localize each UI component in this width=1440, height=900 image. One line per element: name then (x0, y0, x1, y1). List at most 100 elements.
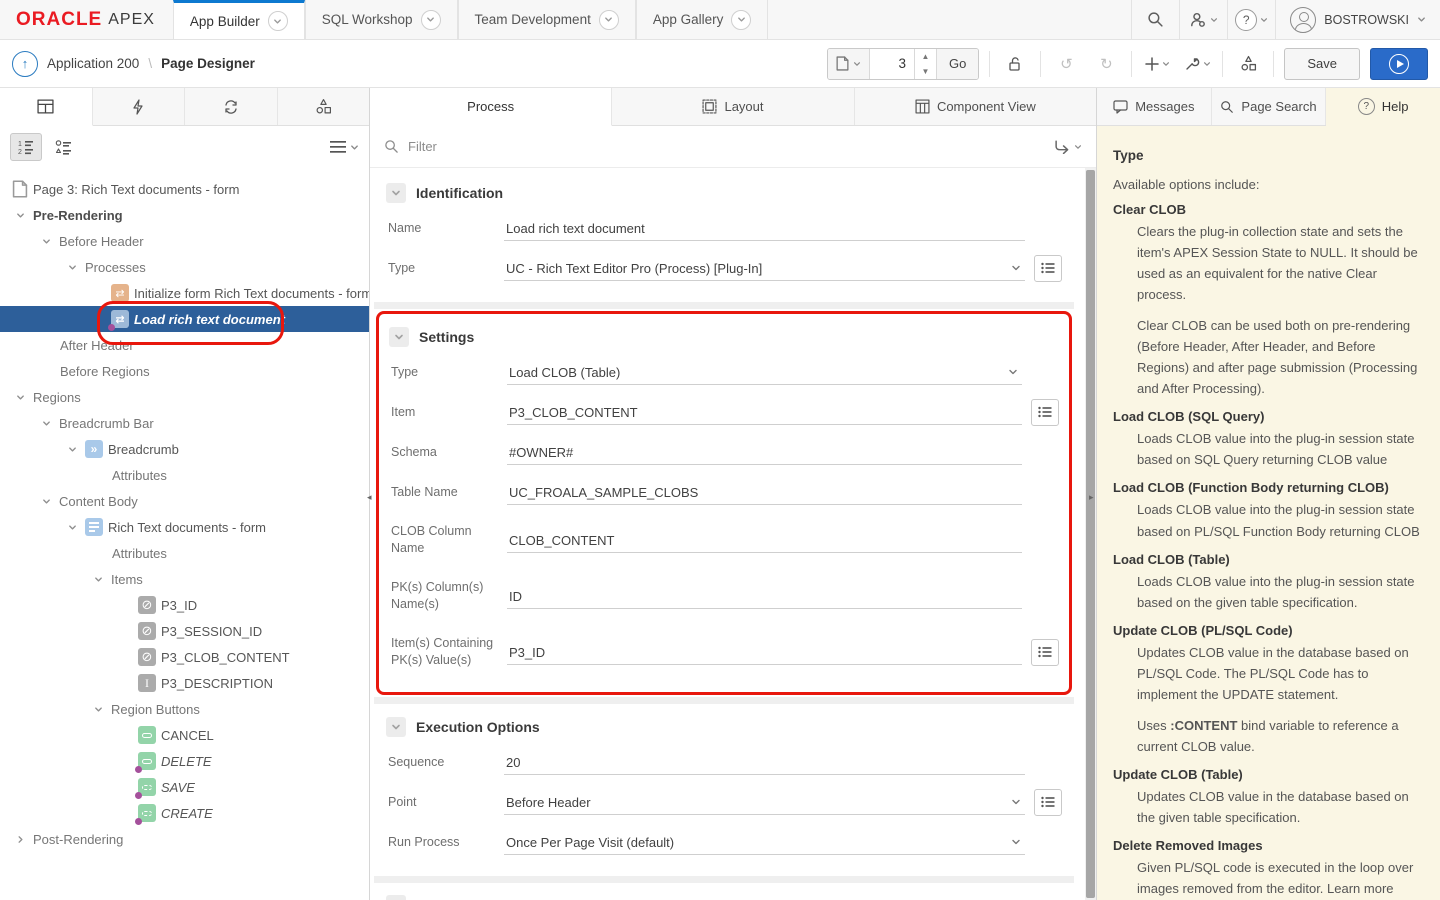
chevron-down-icon[interactable] (64, 445, 80, 454)
tab-rendering[interactable] (0, 88, 93, 126)
chevron-down-icon[interactable] (38, 419, 54, 428)
tree-node-pre-rendering[interactable]: Pre-Rendering (0, 202, 369, 228)
tree-node-initialize-form-process[interactable]: ⇄ Initialize form Rich Text documents - … (0, 280, 369, 306)
page-number-input[interactable] (870, 56, 914, 71)
list-of-values-button[interactable] (1031, 399, 1059, 426)
page-picker-button[interactable] (828, 49, 870, 79)
tab-dynamic-actions[interactable] (93, 88, 186, 125)
chevron-down-icon[interactable] (38, 237, 54, 246)
tab-layout[interactable]: Layout (612, 88, 854, 125)
search-icon[interactable] (1131, 0, 1179, 39)
tree-node-load-rich-text-document[interactable]: ⇄ Load rich text document (0, 306, 369, 332)
tree-node-breadcrumb-bar[interactable]: Breadcrumb Bar (0, 410, 369, 436)
tree-node-form-attributes[interactable]: Attributes (0, 540, 369, 566)
breadcrumb-application-link[interactable]: Application 200 (47, 56, 139, 71)
item-input[interactable]: P3_CLOB_CONTENT (507, 399, 1022, 425)
tree-node-region-buttons[interactable]: Region Buttons (0, 696, 369, 722)
tree-node-processes[interactable]: Processes (0, 254, 369, 280)
tab-app-gallery[interactable]: App Gallery (636, 0, 769, 39)
sequence-input[interactable]: 20 (504, 749, 1025, 775)
chevron-down-icon[interactable] (90, 575, 106, 584)
tree-node-post-rendering[interactable]: Post-Rendering (0, 826, 369, 852)
chevron-down-icon[interactable] (12, 211, 28, 220)
tab-processing[interactable] (185, 88, 278, 125)
tree-node-content-body[interactable]: Content Body (0, 488, 369, 514)
tab-app-builder[interactable]: App Builder (173, 0, 305, 39)
chevron-down-icon[interactable] (599, 10, 619, 30)
utilities-wrench-icon[interactable] (1182, 49, 1212, 79)
chevron-down-icon[interactable] (731, 10, 751, 30)
tree-node-p3-session-id[interactable]: ⊘ P3_SESSION_ID (0, 618, 369, 644)
create-menu-icon[interactable] (1142, 49, 1172, 79)
tree-node-form-region[interactable]: Rich Text documents - form (0, 514, 369, 540)
tree-node-items[interactable]: Items (0, 566, 369, 592)
tree-node-delete-button[interactable]: DELETE (0, 748, 369, 774)
tab-team-development[interactable]: Team Development (458, 0, 636, 39)
help-menu-icon[interactable]: ? (1227, 0, 1275, 39)
chevron-down-icon[interactable] (421, 10, 441, 30)
tab-page-shared-components[interactable] (278, 88, 370, 125)
chevron-right-icon[interactable] (12, 835, 28, 844)
up-arrow-icon[interactable]: ↑ (12, 51, 38, 77)
tree-node-page[interactable]: Page 3: Rich Text documents - form (0, 176, 369, 202)
tree-node-regions[interactable]: Regions (0, 384, 369, 410)
type-select[interactable]: UC - Rich Text Editor Pro (Process) [Plu… (504, 255, 1025, 281)
pk-columns-input[interactable]: ID (507, 583, 1022, 609)
run-page-button[interactable] (1370, 48, 1428, 80)
list-of-values-button[interactable] (1034, 789, 1062, 816)
tree-node-before-regions[interactable]: Before Regions (0, 358, 369, 384)
panel-splitter-left[interactable]: ◂ (367, 490, 374, 504)
tab-process[interactable]: Process (370, 88, 612, 126)
tree-node-p3-id[interactable]: ⊘ P3_ID (0, 592, 369, 618)
vertical-scrollbar[interactable] (1085, 168, 1096, 900)
list-of-values-button[interactable] (1034, 255, 1062, 282)
collapse-icon[interactable] (386, 717, 406, 737)
tree-node-cancel-button[interactable]: CANCEL (0, 722, 369, 748)
run-process-select[interactable]: Once Per Page Visit (default) (504, 829, 1025, 855)
tab-help[interactable]: ? Help (1326, 88, 1440, 126)
tree-node-after-header[interactable]: After Header (0, 332, 369, 358)
page-number-stepper[interactable]: ▲▼ (914, 49, 936, 79)
chevron-down-icon[interactable] (64, 263, 80, 272)
tab-component-view[interactable]: Component View (855, 88, 1096, 125)
goto-selection-icon[interactable] (1054, 139, 1082, 154)
tree-node-p3-description[interactable]: I P3_DESCRIPTION (0, 670, 369, 696)
lock-icon[interactable] (1000, 49, 1030, 79)
schema-input[interactable]: #OWNER# (507, 439, 1022, 465)
tree-node-breadcrumb-region[interactable]: » Breadcrumb (0, 436, 369, 462)
tab-page-search[interactable]: Page Search (1212, 88, 1327, 125)
save-button[interactable]: Save (1284, 48, 1360, 80)
tree-node-save-button[interactable]: SAVE (0, 774, 369, 800)
tree-node-before-header[interactable]: Before Header (0, 228, 369, 254)
admin-icon[interactable] (1179, 0, 1227, 39)
tree-node-create-button[interactable]: CREATE (0, 800, 369, 826)
chevron-down-icon[interactable] (38, 497, 54, 506)
tree-node-p3-clob-content[interactable]: ⊘ P3_CLOB_CONTENT (0, 644, 369, 670)
chevron-down-icon[interactable] (12, 393, 28, 402)
clob-column-input[interactable]: CLOB_CONTENT (507, 527, 1022, 553)
point-select[interactable]: Before Header (504, 789, 1025, 815)
undo-icon[interactable]: ↺ (1051, 49, 1081, 79)
order-by-sequence-toggle[interactable]: 12 (10, 133, 42, 161)
chevron-down-icon[interactable] (268, 11, 288, 31)
settings-type-select[interactable]: Load CLOB (Table) (507, 359, 1022, 385)
collapse-icon[interactable] (386, 183, 406, 203)
panel-splitter-right[interactable]: ▸ (1089, 490, 1096, 504)
go-button[interactable]: Go (936, 49, 978, 79)
table-name-input[interactable]: UC_FROALA_SAMPLE_CLOBS (507, 479, 1022, 505)
pk-items-input[interactable]: P3_ID (507, 639, 1022, 665)
chevron-down-icon[interactable] (90, 705, 106, 714)
list-of-values-button[interactable] (1031, 639, 1059, 666)
filter-input[interactable] (408, 139, 1045, 154)
tree-menu-button[interactable] (330, 141, 359, 153)
collapse-icon[interactable] (389, 327, 409, 347)
name-input[interactable]: Load rich text document (504, 215, 1025, 241)
chevron-down-icon[interactable] (64, 523, 80, 532)
tree-node-breadcrumb-attributes[interactable]: Attributes (0, 462, 369, 488)
shared-components-icon[interactable] (1233, 49, 1263, 79)
tab-sql-workshop[interactable]: SQL Workshop (305, 0, 458, 39)
tab-messages[interactable]: Messages (1097, 88, 1212, 125)
expand-icon[interactable] (386, 895, 406, 900)
group-by-type-toggle[interactable] (48, 133, 80, 161)
user-menu[interactable]: BOSTROWSKI (1275, 0, 1440, 39)
